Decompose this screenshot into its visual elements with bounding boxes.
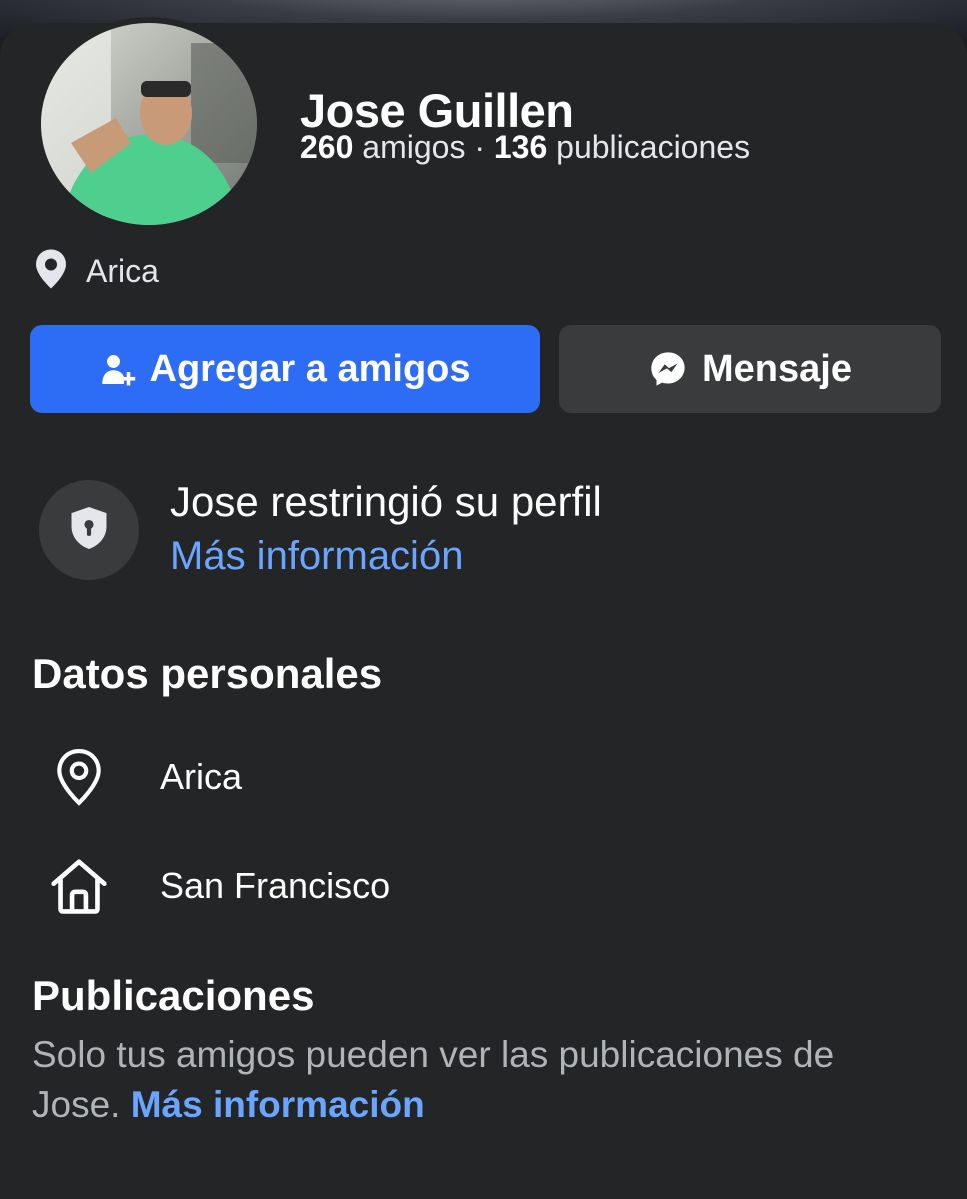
info-row-hometown: San Francisco — [48, 853, 390, 919]
home-icon — [48, 856, 110, 916]
message-label: Mensaje — [702, 347, 852, 390]
add-friend-icon — [100, 351, 136, 387]
friends-label[interactable]: amigos — [362, 129, 465, 165]
profile-avatar[interactable] — [41, 23, 257, 225]
personal-data-heading: Datos personales — [32, 650, 383, 697]
profile-location: Arica — [32, 248, 159, 295]
info-row-location: Arica — [48, 744, 242, 810]
restricted-shield-badge — [39, 480, 139, 580]
stats-separator: · — [474, 129, 485, 165]
info-hometown-text: San Francisco — [160, 865, 391, 906]
profile-stats: 260 amigos · 136 publicaciones — [300, 129, 750, 166]
posts-restricted-message: Solo tus amigos pueden ver las publicaci… — [32, 1030, 932, 1130]
location-pin-icon — [32, 248, 70, 295]
shield-lock-icon — [68, 505, 110, 556]
info-location-text: Arica — [160, 756, 243, 797]
location-pin-outline-icon — [48, 748, 110, 806]
location-text: Arica — [86, 252, 159, 289]
friends-count[interactable]: 260 — [300, 129, 353, 165]
posts-heading: Publicaciones — [32, 972, 315, 1019]
posts-count: 136 — [493, 129, 548, 165]
profile-sheet: Jose Guillen — [0, 17, 967, 1199]
restriction-more-info-link[interactable]: Más información — [170, 534, 463, 579]
messenger-icon — [648, 349, 688, 389]
posts-more-info-link[interactable]: Más información — [131, 1084, 425, 1125]
posts-label: publicaciones — [556, 129, 751, 165]
restriction-title: Jose restringió su perfil — [170, 478, 602, 525]
message-button[interactable]: Mensaje — [559, 325, 941, 413]
add-friend-label: Agregar a amigos — [149, 347, 471, 390]
add-friend-button[interactable]: Agregar a amigos — [30, 325, 540, 413]
